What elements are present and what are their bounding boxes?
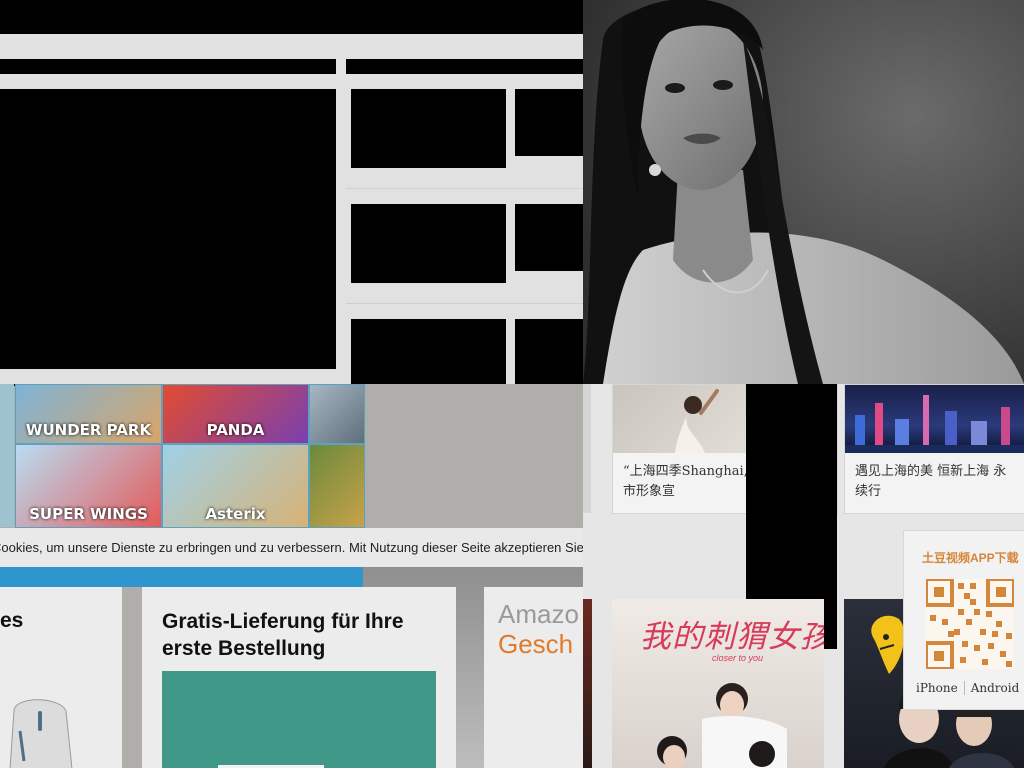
app-qr-code	[924, 577, 1016, 671]
top-bar	[0, 0, 583, 34]
gaming-mouse-icon	[9, 699, 73, 768]
cookie-notice: Cookies, um unsere Dienste zu erbringen …	[0, 528, 583, 567]
news-card-caption: 遇见上海的美 恒新上海 永续行	[855, 464, 1007, 499]
text-placeholder	[515, 89, 583, 156]
text-placeholder	[515, 204, 583, 271]
news-card-image	[845, 385, 1024, 453]
portrait-image	[583, 0, 1024, 384]
app-download-links: iPhone Android	[910, 681, 1024, 695]
app-download-popup[interactable]: 土豆视频APP下载 iPhone Android	[903, 530, 1024, 710]
news-card[interactable]: 遇见上海的美 恒新上海 永续行	[844, 384, 1024, 514]
promo-card-amazon[interactable]: Amazo Gesch	[484, 587, 583, 768]
video-tile-super-wings[interactable]: SUPER WINGS	[15, 444, 162, 528]
iphone-download-link[interactable]: iPhone	[910, 681, 964, 695]
app-download-title: 土豆视频APP下载	[922, 551, 1019, 565]
video-tile-title: WUNDER PARK	[25, 421, 152, 439]
video-tile-wunder-park[interactable]: WUNDER PARK	[15, 384, 162, 444]
drama-poster[interactable]: 我的刺猬女孩 closer to you	[612, 599, 824, 768]
promo-card-image	[162, 671, 436, 768]
divider	[346, 188, 583, 189]
video-tile-kung-fu-panda[interactable]: PANDA	[162, 384, 309, 444]
section-title-placeholder	[346, 59, 583, 74]
video-tile-asterix[interactable]: Asterix	[162, 444, 309, 528]
video-tile[interactable]	[309, 444, 365, 528]
poster-illustration	[657, 683, 787, 768]
shop-page-region: WUNDER PARK PANDA SUPER WINGS Asterix Co…	[0, 384, 583, 768]
cookie-notice-text: Cookies, um unsere Dienste zu erbringen …	[0, 540, 583, 555]
banner-stripe	[0, 567, 363, 587]
headline-placeholder	[0, 59, 336, 74]
promo-card-free-delivery[interactable]: Gratis-Lieferung für Ihre erste Bestellu…	[142, 587, 456, 768]
thumbnail-placeholder[interactable]	[351, 319, 506, 384]
city-skyline-illustration	[845, 395, 1024, 453]
android-download-link[interactable]: Android	[963, 681, 1024, 695]
promo-card-title-line2: Gesch	[498, 629, 574, 659]
poster-edge	[583, 599, 592, 768]
video-tile-title: Asterix	[205, 505, 266, 523]
card-edge	[583, 384, 591, 513]
portrait-illustration	[583, 0, 1024, 384]
thumbnail-placeholder[interactable]	[351, 89, 506, 168]
video-tile[interactable]	[309, 384, 365, 444]
thumbnail-placeholder[interactable]	[351, 204, 506, 283]
text-placeholder	[515, 319, 583, 384]
divider	[346, 303, 583, 304]
video-tile-title: SUPER WINGS	[29, 505, 148, 523]
tile-edge	[0, 384, 14, 527]
promo-card-title: es	[0, 609, 24, 632]
video-portal-region: “上海四季Shanghai, Seasons”城市形象宣 遇见上海的美 恒新上海…	[583, 384, 1024, 768]
poster-title: 我的刺猬女孩	[640, 619, 824, 655]
qr-code-icon	[924, 577, 1016, 671]
video-tile-title: PANDA	[206, 421, 265, 439]
promo-card-title: Gratis-Lieferung für Ihre erste Bestellu…	[162, 610, 404, 660]
placeholder-news-region	[0, 0, 583, 384]
promo-card[interactable]: es	[0, 587, 122, 768]
promo-card-title-line1: Amazo	[498, 599, 579, 629]
poster-subtitle: closer to you	[712, 653, 764, 663]
featured-image-placeholder[interactable]	[0, 89, 336, 369]
